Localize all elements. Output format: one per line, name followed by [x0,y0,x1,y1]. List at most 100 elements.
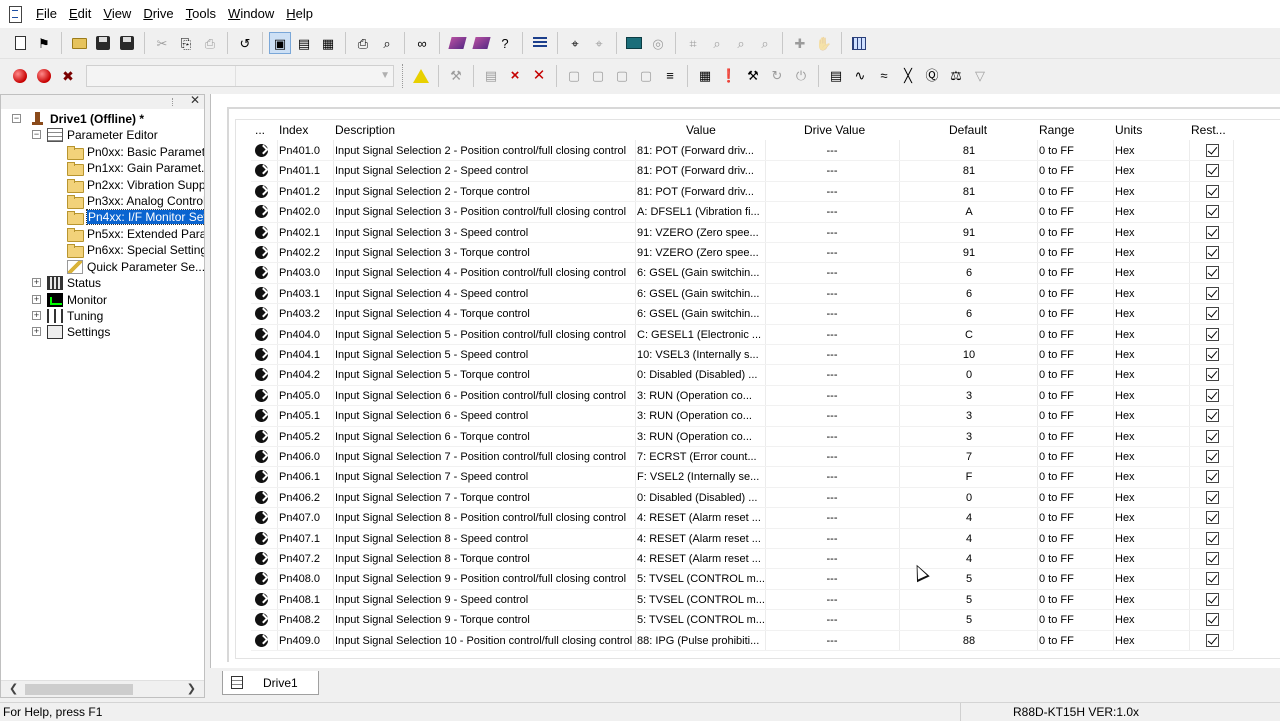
table-row[interactable]: Pn405.2 Input Signal Selection 6 - Torque… [236,427,1280,447]
cell-value[interactable]: 4: RESET (Alarm reset ... [637,549,765,569]
print-preview-button[interactable]: ⌕ [376,32,398,54]
tree-node-pn2xx[interactable]: Pn2xx: Vibration Suppr [67,177,204,193]
parameter-list-button[interactable] [529,32,551,54]
app-icon[interactable] [6,5,24,23]
table-row[interactable]: Pn408.1 Input Signal Selection 9 - Speed … [236,590,1280,610]
restart-checkbox[interactable] [1205,144,1219,157]
tool-button[interactable]: ⚒ [445,65,467,87]
restart-checkbox[interactable] [1205,307,1219,321]
tree-node-drive[interactable]: − Drive1 (Offline) * [12,111,144,127]
cell-value[interactable]: 3: RUN (Operation co... [637,386,765,406]
cell-value[interactable]: 0: Disabled (Disabled) ... [637,488,765,508]
disconnect-button[interactable] [33,65,55,87]
cell-value[interactable]: 4: RESET (Alarm reset ... [637,508,765,528]
tree-node-pn3xx[interactable]: Pn3xx: Analog Control [67,193,204,209]
calculator-button[interactable]: ▦ [694,65,716,87]
table-row[interactable]: Pn402.1 Input Signal Selection 3 - Speed … [236,223,1280,243]
menu-drive[interactable]: Drive [137,0,179,28]
cell-value[interactable]: C: GESEL1 (Electronic ... [637,325,765,345]
tree-node-pn1xx[interactable]: Pn1xx: Gain Paramet... [67,160,204,176]
table-row[interactable]: Pn409.0 Input Signal Selection 10 - Posit… [236,631,1280,651]
copy-button[interactable]: ⎘ [175,32,197,54]
drive-select-combo[interactable]: ▼ [86,64,394,87]
trend-button[interactable]: ∿ [849,65,871,87]
restart-checkbox[interactable] [1205,572,1219,586]
restart-checkbox[interactable] [1205,429,1219,443]
restart-checkbox[interactable] [1205,531,1219,545]
restart-checkbox[interactable] [1205,348,1219,361]
column-header-restart[interactable]: Rest... [1191,120,1226,140]
column-header-drive-value[interactable]: Drive Value [804,120,865,140]
workspace-toggle-button[interactable]: ▣ [269,32,291,54]
error-button[interactable]: ❗ [718,65,740,87]
cell-value[interactable]: 91: VZERO (Zero spee... [637,223,765,243]
restart-checkbox[interactable] [1205,633,1219,647]
table-row[interactable]: Pn402.2 Input Signal Selection 3 - Torque… [236,243,1280,263]
pan-button[interactable]: ✋ [813,32,835,54]
table-row[interactable]: Pn405.1 Input Signal Selection 6 - Speed … [236,406,1280,426]
find-button[interactable]: ∞ [411,32,433,54]
restart-checkbox[interactable] [1205,327,1219,341]
tree-node-monitor[interactable]: + Monitor [32,292,107,308]
close-icon[interactable]: ✕ [190,93,200,107]
cell-value[interactable]: 6: GSEL (Gain switchin... [637,263,765,283]
menu-window[interactable]: Window [222,0,280,28]
network-alt-button[interactable]: ⌖ [588,32,610,54]
table-row[interactable]: Pn404.2 Input Signal Selection 5 - Torque… [236,365,1280,385]
restart-checkbox[interactable] [1205,225,1219,239]
filter-button[interactable]: ▽ [969,65,991,87]
table-row[interactable]: Pn407.0 Input Signal Selection 8 - Positi… [236,508,1280,528]
restart-checkbox[interactable] [1205,592,1219,606]
component-button[interactable] [446,32,468,54]
tree-node-tuning[interactable]: + Tuning [32,308,103,324]
tree-node-pn0xx[interactable]: Pn0xx: Basic Paramet... [67,144,204,160]
table-row[interactable]: Pn403.2 Input Signal Selection 4 - Torque… [236,304,1280,324]
save-all-button[interactable] [116,32,138,54]
cell-value[interactable]: 5: TVSEL (CONTROL m... [637,610,765,630]
menu-file[interactable]: File [30,0,63,28]
cell-value[interactable]: 81: POT (Forward driv... [637,182,765,202]
edit-row-button[interactable]: ▤ [480,65,502,87]
column-header-units[interactable]: Units [1115,120,1142,140]
table-row[interactable]: Pn403.1 Input Signal Selection 4 - Speed … [236,284,1280,304]
restart-checkbox[interactable] [1205,184,1219,198]
cell-value[interactable]: 4: RESET (Alarm reset ... [637,529,765,549]
column-header-range[interactable]: Range [1039,120,1074,140]
jog-button[interactable]: ⚖ [945,65,967,87]
column-header-index[interactable]: Index [279,120,308,140]
zoom-fit-button[interactable]: ⌗ [682,32,704,54]
expand-icon[interactable]: + [32,295,41,304]
restart-checkbox[interactable] [1205,388,1219,402]
table-row[interactable]: Pn407.1 Input Signal Selection 8 - Speed … [236,529,1280,549]
table-row[interactable]: Pn404.1 Input Signal Selection 5 - Speed … [236,345,1280,365]
cell-value[interactable]: 91: VZERO (Zero spee... [637,243,765,263]
tab-drive1[interactable]: Drive1 [222,671,319,695]
table-row[interactable]: Pn405.0 Input Signal Selection 6 - Positi… [236,386,1280,406]
restart-checkbox[interactable] [1205,286,1219,300]
diagnostics-button[interactable]: ⚒ [742,65,764,87]
cell-value[interactable]: 5: TVSEL (CONTROL m... [637,569,765,589]
zoom-in-button[interactable]: ⌕ [706,32,728,54]
new-button[interactable] [9,32,31,54]
tree-node-status[interactable]: + Status [32,275,101,291]
tree-horizontal-scrollbar[interactable]: ❮ ❯ [1,680,204,697]
cell-value[interactable]: F: VSEL2 (Internally se... [637,467,765,487]
table-row[interactable]: Pn403.0 Input Signal Selection 4 - Positi… [236,263,1280,283]
restart-checkbox[interactable] [1205,409,1219,423]
read-all-button[interactable]: ▢ [587,65,609,87]
restart-checkbox[interactable] [1205,552,1219,565]
cut-button[interactable]: ✂ [151,32,173,54]
table-row[interactable]: Pn407.2 Input Signal Selection 8 - Torque… [236,549,1280,569]
cell-value[interactable]: 5: TVSEL (CONTROL m... [637,590,765,610]
tree-node-pn5xx[interactable]: Pn5xx: Extended Parar [67,226,204,242]
restart-checkbox[interactable] [1205,470,1219,484]
menu-tools[interactable]: Tools [180,0,222,28]
network-button[interactable]: ⌖ [564,32,586,54]
component-alt-button[interactable] [470,32,492,54]
table-row[interactable]: Pn401.0 Input Signal Selection 2 - Positi… [236,141,1280,161]
zoom-button[interactable]: ⌕ [730,32,752,54]
column-header-icon[interactable]: ... [255,120,265,140]
open-button[interactable] [68,32,90,54]
collapse-icon[interactable]: − [12,114,21,123]
cell-value[interactable]: 7: ECRST (Error count... [637,447,765,467]
